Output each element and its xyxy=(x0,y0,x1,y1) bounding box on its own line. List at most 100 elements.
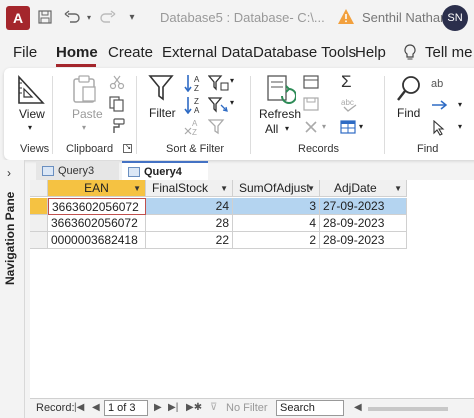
paste-dropdown-icon[interactable]: ▾ xyxy=(82,123,86,132)
query-icon xyxy=(128,166,140,177)
select-all-corner[interactable] xyxy=(30,180,48,197)
cell-finalstock[interactable]: 24 xyxy=(146,198,233,215)
cell-adjdate[interactable]: 28-09-2023 xyxy=(320,232,407,249)
record-navigation-bar: Record: |◀ ◀ 1 of 3 ▶ ▶| ▶✱ ⊽ No Filter … xyxy=(30,398,474,418)
previous-record-icon[interactable]: ◀ xyxy=(92,402,100,413)
tab-query4[interactable]: Query4 xyxy=(122,161,208,180)
column-header-ean[interactable]: EAN ▼ xyxy=(48,180,146,197)
datasheet[interactable]: EAN ▼ FinalStock ▼ SumOfAdjust ▼ AdjDate… xyxy=(30,180,474,398)
delete-record-icon[interactable] xyxy=(303,119,319,135)
select-icon[interactable] xyxy=(432,120,446,136)
undo-icon[interactable] xyxy=(62,6,82,28)
tab-external-data[interactable]: External Data xyxy=(162,44,253,61)
save-record-icon[interactable] xyxy=(303,96,321,112)
column-header-finalstock[interactable]: FinalStock ▼ xyxy=(146,180,233,197)
redo-icon[interactable] xyxy=(98,6,118,28)
sort-ascending-icon[interactable]: AZ xyxy=(184,74,204,92)
cell-finalstock[interactable]: 28 xyxy=(146,215,233,232)
column-sort-arrow-icon[interactable]: ▼ xyxy=(394,184,402,193)
refresh-dropdown-icon[interactable]: ▾ xyxy=(285,124,289,133)
paste-icon[interactable] xyxy=(72,74,98,104)
cell-adjdate[interactable]: 28-09-2023 xyxy=(320,215,407,232)
next-record-icon[interactable]: ▶ xyxy=(154,402,162,413)
column-sort-arrow-icon[interactable]: ▼ xyxy=(133,184,141,193)
navigation-pane-label[interactable]: Navigation Pane xyxy=(3,192,17,285)
ribbon-divider xyxy=(136,76,137,154)
toggle-filter-icon[interactable] xyxy=(208,118,226,136)
refresh-button-label[interactable]: Refresh xyxy=(259,107,301,121)
column-header-adjdate[interactable]: AdjDate ▼ xyxy=(320,180,407,197)
user-name[interactable]: Senthil Nathan xyxy=(362,10,447,25)
filter-status[interactable]: No Filter xyxy=(226,402,268,414)
cell-adjdate[interactable]: 27-09-2023 xyxy=(320,198,407,215)
advanced-dropdown-icon[interactable]: ▾ xyxy=(230,98,234,107)
customize-toolbar-icon[interactable]: ▾ xyxy=(124,6,140,28)
cell-ean[interactable]: 3663602056072 xyxy=(48,215,146,232)
column-header-sumofadjust[interactable]: SumOfAdjust ▼ xyxy=(233,180,320,197)
access-logo-icon[interactable]: A xyxy=(6,6,30,30)
paste-button-label[interactable]: Paste xyxy=(72,107,103,121)
find-button-label[interactable]: Find xyxy=(397,106,420,120)
filter-icon[interactable] xyxy=(148,74,174,102)
new-record-icon[interactable] xyxy=(303,74,321,90)
expand-nav-pane-icon[interactable]: › xyxy=(7,166,11,180)
select-dropdown-icon[interactable]: ▾ xyxy=(458,122,462,131)
tab-create[interactable]: Create xyxy=(108,44,153,61)
title-bar: A ▾ ▾ Database5 : Database- C:\... Senth… xyxy=(0,0,474,36)
more-dropdown-icon[interactable]: ▾ xyxy=(359,122,363,131)
selection-dropdown-icon[interactable]: ▾ xyxy=(230,76,234,85)
warning-icon[interactable] xyxy=(337,8,355,25)
go-to-icon[interactable] xyxy=(431,98,449,112)
format-painter-icon[interactable] xyxy=(109,118,125,134)
svg-text:Z: Z xyxy=(192,128,197,136)
query-icon xyxy=(42,165,54,176)
refresh-button-sub-label[interactable]: All xyxy=(265,122,278,136)
find-icon[interactable] xyxy=(396,75,422,103)
cell-ean[interactable]: 0000003682418 xyxy=(48,232,146,249)
go-to-dropdown-icon[interactable]: ▾ xyxy=(458,100,462,109)
undo-dropdown-icon[interactable]: ▾ xyxy=(84,6,94,28)
clipboard-launcher-icon[interactable]: ↘ xyxy=(123,144,132,153)
refresh-all-icon[interactable] xyxy=(266,74,296,104)
filter-button-label[interactable]: Filter xyxy=(149,106,176,120)
row-selector[interactable] xyxy=(30,215,48,232)
cell-sumofadjust[interactable]: 3 xyxy=(233,198,320,215)
advanced-filter-icon[interactable] xyxy=(208,96,230,114)
search-input[interactable]: Search xyxy=(276,400,344,416)
totals-icon[interactable]: Σ xyxy=(341,72,352,92)
row-selector[interactable] xyxy=(30,198,48,215)
cell-sumofadjust[interactable]: 2 xyxy=(233,232,320,249)
view-icon[interactable] xyxy=(16,74,46,106)
tab-database-tools[interactable]: Database Tools xyxy=(253,44,356,61)
selection-filter-icon[interactable] xyxy=(208,74,230,92)
view-dropdown-icon[interactable]: ▾ xyxy=(28,123,32,132)
cut-icon[interactable] xyxy=(109,74,125,90)
new-blank-record-icon[interactable]: ▶✱ xyxy=(186,402,202,413)
tell-me-search[interactable]: Tell me xyxy=(425,44,473,61)
avatar[interactable]: SN xyxy=(442,5,468,31)
spelling-icon[interactable]: abc xyxy=(340,96,360,112)
last-record-icon[interactable]: ▶| xyxy=(168,402,178,413)
tab-home[interactable]: Home xyxy=(56,44,98,61)
tab-file[interactable]: File xyxy=(13,44,37,61)
tab-help[interactable]: Help xyxy=(355,44,386,61)
view-button-label[interactable]: View xyxy=(19,107,45,121)
remove-sort-icon[interactable]: AZ xyxy=(184,118,204,136)
current-record-field[interactable]: 1 of 3 xyxy=(104,400,148,416)
cell-sumofadjust[interactable]: 4 xyxy=(233,215,320,232)
cell-ean[interactable]: 3663602056072 xyxy=(48,198,146,215)
column-sort-arrow-icon[interactable]: ▼ xyxy=(307,184,315,193)
column-sort-arrow-icon[interactable]: ▼ xyxy=(220,184,228,193)
tab-query3[interactable]: Query3 xyxy=(36,161,119,180)
save-icon[interactable] xyxy=(36,6,54,28)
replace-icon[interactable]: ab xyxy=(431,76,447,90)
more-records-icon[interactable] xyxy=(340,119,358,135)
first-record-icon[interactable]: |◀ xyxy=(74,402,84,413)
scroll-left-icon[interactable]: ◀ xyxy=(354,402,362,413)
delete-dropdown-icon[interactable]: ▾ xyxy=(322,122,326,131)
row-selector[interactable] xyxy=(30,232,48,249)
cell-finalstock[interactable]: 22 xyxy=(146,232,233,249)
sort-descending-icon[interactable]: ZA xyxy=(184,96,204,114)
copy-icon[interactable] xyxy=(109,96,125,112)
horizontal-scrollbar[interactable] xyxy=(368,407,448,411)
